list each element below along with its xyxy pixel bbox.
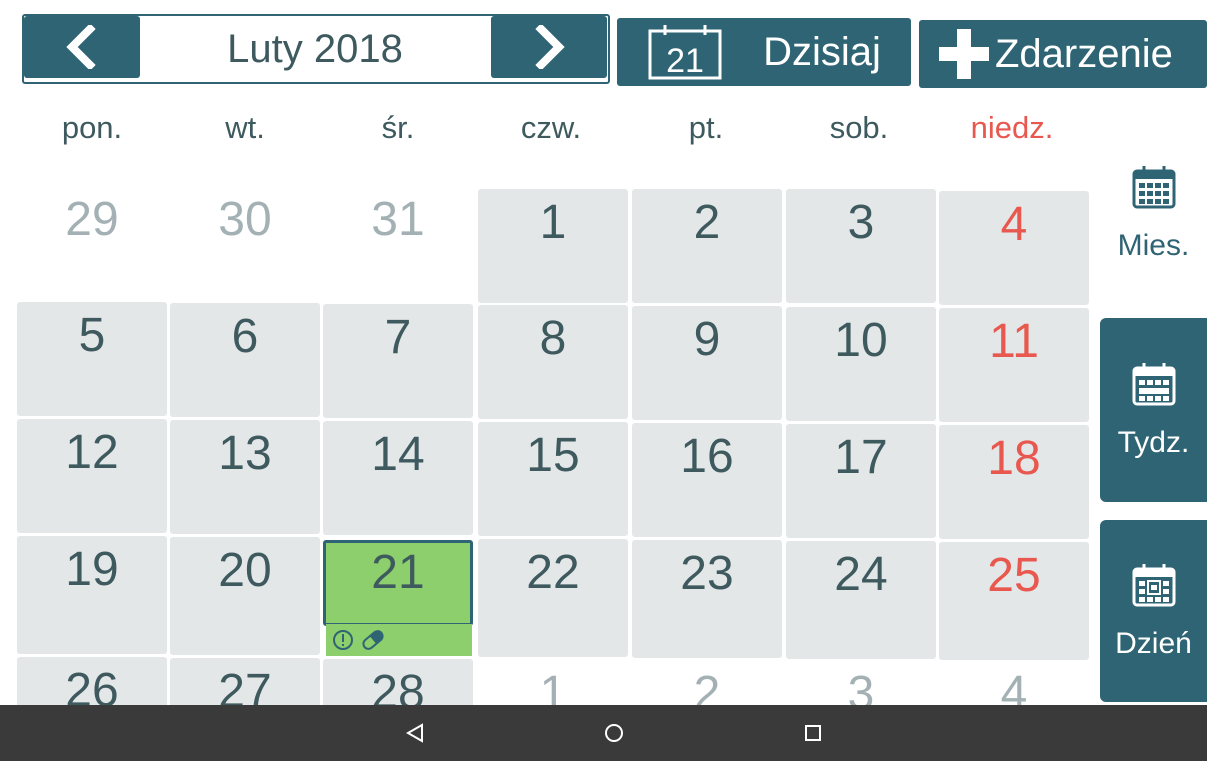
day-cell[interactable]: 23	[632, 540, 782, 658]
previous-month-button[interactable]	[24, 16, 140, 78]
day-cell[interactable]: 24	[786, 541, 936, 659]
day-cell[interactable]: 29	[17, 186, 167, 300]
calendar-week-icon	[1132, 363, 1175, 406]
day-number: 20	[218, 544, 272, 597]
month-title[interactable]: Luty 2018	[140, 14, 490, 84]
day-cell[interactable]: 15	[478, 422, 628, 536]
nav-recents-icon	[805, 725, 821, 741]
day-cell[interactable]: 5	[17, 302, 167, 416]
day-number: 29	[65, 193, 119, 246]
plus-icon	[939, 29, 989, 79]
system-navigation-bar	[0, 705, 1207, 761]
nav-recents-button[interactable]	[793, 705, 833, 761]
day-number: 14	[371, 428, 425, 481]
day-cell[interactable]: 31	[323, 186, 473, 300]
next-month-button[interactable]	[491, 16, 607, 78]
day-number: 23	[680, 547, 734, 600]
calendar-month-icon	[1132, 166, 1175, 209]
weekday-sun: niedz.	[970, 110, 1054, 145]
day-number: 22	[526, 546, 580, 599]
day-cell[interactable]: 12	[17, 419, 167, 533]
weekday-wed: śr.	[381, 110, 415, 145]
today-day-cell[interactable]: 21	[323, 540, 473, 626]
day-number: 12	[65, 426, 119, 479]
day-number: 31	[371, 193, 425, 246]
today-label: Dzisiaj	[763, 29, 881, 74]
day-number: 30	[218, 193, 272, 246]
add-event-label: Zdarzenie	[995, 31, 1173, 76]
day-cell[interactable]: 11	[939, 308, 1089, 422]
day-number: 11	[989, 315, 1039, 368]
day-number: 3	[847, 196, 875, 249]
nav-back-icon	[405, 723, 423, 743]
day-cell[interactable]: 9	[632, 306, 782, 420]
day-number: 13	[218, 427, 272, 480]
day-cell[interactable]: 1	[478, 189, 628, 303]
day-number: 15	[526, 429, 580, 482]
nav-back-button[interactable]	[395, 705, 435, 761]
day-cell[interactable]: 13	[170, 420, 320, 534]
today-button[interactable]: 21 Dzisiaj	[617, 18, 911, 86]
day-event-indicators	[326, 624, 472, 656]
view-tab-week[interactable]: Tydz.	[1100, 318, 1207, 502]
day-number: 7	[384, 311, 412, 364]
day-cell[interactable]: 17	[786, 424, 936, 538]
day-number: 5	[78, 309, 106, 362]
pill-icon	[362, 630, 384, 650]
day-number: 10	[834, 314, 888, 367]
day-cell[interactable]: 14	[323, 421, 473, 535]
day-cell[interactable]: 30	[170, 186, 320, 300]
day-cell[interactable]: 25	[939, 542, 1089, 660]
weekday-thu: czw.	[520, 110, 582, 145]
nav-home-icon	[605, 724, 623, 742]
day-cell[interactable]: 7	[323, 304, 473, 418]
calendar-day-view-icon	[1132, 564, 1175, 607]
day-number: 17	[834, 431, 888, 484]
chevron-right-icon	[535, 25, 565, 69]
day-number: 6	[231, 310, 259, 363]
weekday-tue: wt.	[225, 110, 265, 145]
add-event-button[interactable]: Zdarzenie	[919, 20, 1207, 88]
day-cell[interactable]: 10	[786, 307, 936, 421]
day-cell[interactable]: 16	[632, 423, 782, 537]
day-number: 4	[1000, 198, 1028, 251]
day-cell[interactable]: 2	[632, 660, 782, 720]
day-number: 1	[539, 196, 567, 249]
weekday-mon: pon.	[61, 110, 123, 145]
day-cell[interactable]: 19	[17, 536, 167, 654]
day-cell[interactable]: 8	[478, 305, 628, 419]
chevron-left-icon	[66, 25, 96, 69]
day-cell[interactable]: 22	[478, 539, 628, 657]
day-number: 9	[693, 313, 721, 366]
calendar-day-icon: 21	[648, 25, 722, 80]
day-cell[interactable]: 1	[478, 660, 628, 720]
day-cell[interactable]: 2	[632, 189, 782, 303]
day-cell[interactable]: 3	[786, 189, 936, 303]
nav-home-button[interactable]	[594, 705, 634, 761]
view-tab-month[interactable]: Mies.	[1100, 118, 1207, 308]
day-number: 21	[371, 546, 425, 599]
day-cell[interactable]: 18	[939, 425, 1089, 539]
view-tab-week-label: Tydz.	[1117, 426, 1190, 459]
day-cell[interactable]: 4	[939, 660, 1089, 720]
day-number: 24	[834, 548, 888, 601]
day-cell[interactable]: 4	[939, 191, 1089, 305]
day-number: 16	[680, 430, 734, 483]
day-number: 8	[539, 312, 567, 365]
day-number: 18	[987, 432, 1041, 485]
alert-circle-icon	[333, 630, 353, 650]
day-number: 19	[65, 543, 119, 596]
day-cell[interactable]: 3	[786, 660, 936, 720]
view-tab-day[interactable]: Dzień	[1100, 520, 1207, 702]
day-cell[interactable]: 20	[170, 537, 320, 655]
day-number: 25	[987, 549, 1041, 602]
weekday-fri: pt.	[688, 110, 724, 145]
day-number: 2	[693, 196, 721, 249]
today-icon-day: 21	[666, 42, 704, 80]
weekday-sat: sob.	[829, 110, 889, 145]
view-tab-month-label: Mies.	[1117, 229, 1190, 262]
day-cell[interactable]: 6	[170, 303, 320, 417]
view-tab-day-label: Dzień	[1115, 627, 1192, 660]
